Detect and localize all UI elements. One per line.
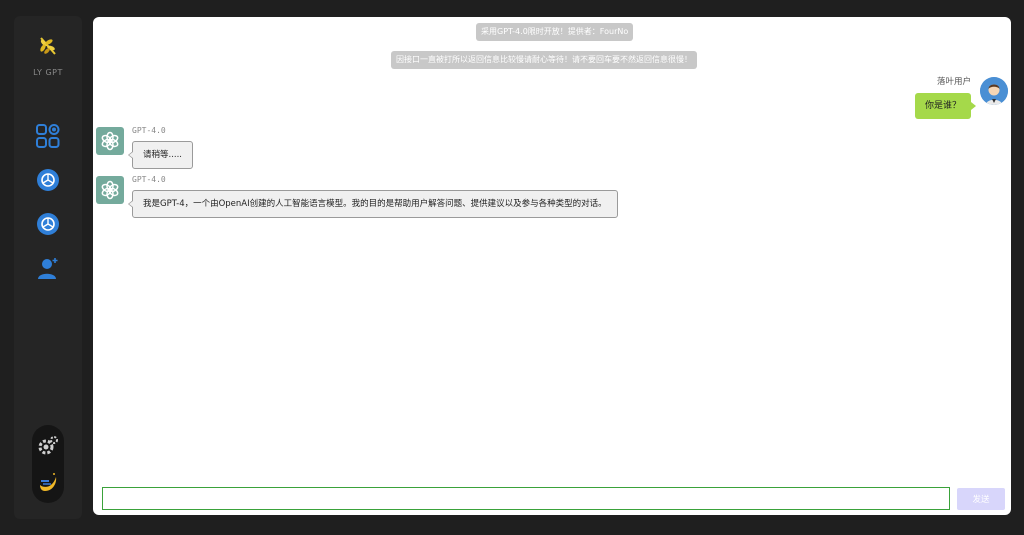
user-avatar-icon (980, 77, 1008, 105)
send-button[interactable]: 发送 (957, 488, 1005, 510)
settings-gear-icon[interactable] (37, 435, 59, 457)
avatar (96, 176, 124, 204)
logo: LY GPT (14, 34, 82, 77)
bot-message: 我是GPT-4，一个由OpenAI创建的人工智能语言模型。我的目的是帮助用户解答… (128, 190, 618, 218)
user-message: 你是谁？ (914, 93, 977, 119)
wheat-leaf-icon (40, 37, 56, 55)
bot-message: 请稍等..... (127, 141, 194, 169)
logo-text: LY GPT (33, 68, 63, 77)
chat-panel: 采用GPT-4.0限时开放！提供者：FourNo 因接口一直被打所以返回信息比较… (93, 17, 1011, 515)
bot-name: GPT-4.0 (132, 126, 166, 135)
apps-grid-icon[interactable] (36, 124, 60, 148)
chat-input[interactable] (102, 487, 950, 510)
openai-chat-icon[interactable] (36, 212, 60, 236)
sidebar: LY GPT (14, 16, 82, 519)
openai-logo-icon (101, 180, 119, 200)
bot-name: GPT-4.0 (132, 175, 166, 184)
avatar (980, 77, 1008, 105)
moon-theme-icon[interactable] (37, 471, 59, 493)
user-add-icon[interactable] (36, 256, 60, 280)
bottom-toolbar (32, 425, 64, 503)
user-name: 落叶用户 (936, 77, 971, 87)
openai-logo-icon (101, 131, 119, 151)
notice-banner: 采用GPT-4.0限时开放！提供者：FourNo (476, 23, 634, 41)
avatar (96, 127, 124, 155)
notice-banner: 因接口一直被打所以返回信息比较慢请耐心等待！请不要回车要不然返回信息很慢！ (391, 51, 697, 69)
openai-chat-icon[interactable] (36, 168, 60, 192)
